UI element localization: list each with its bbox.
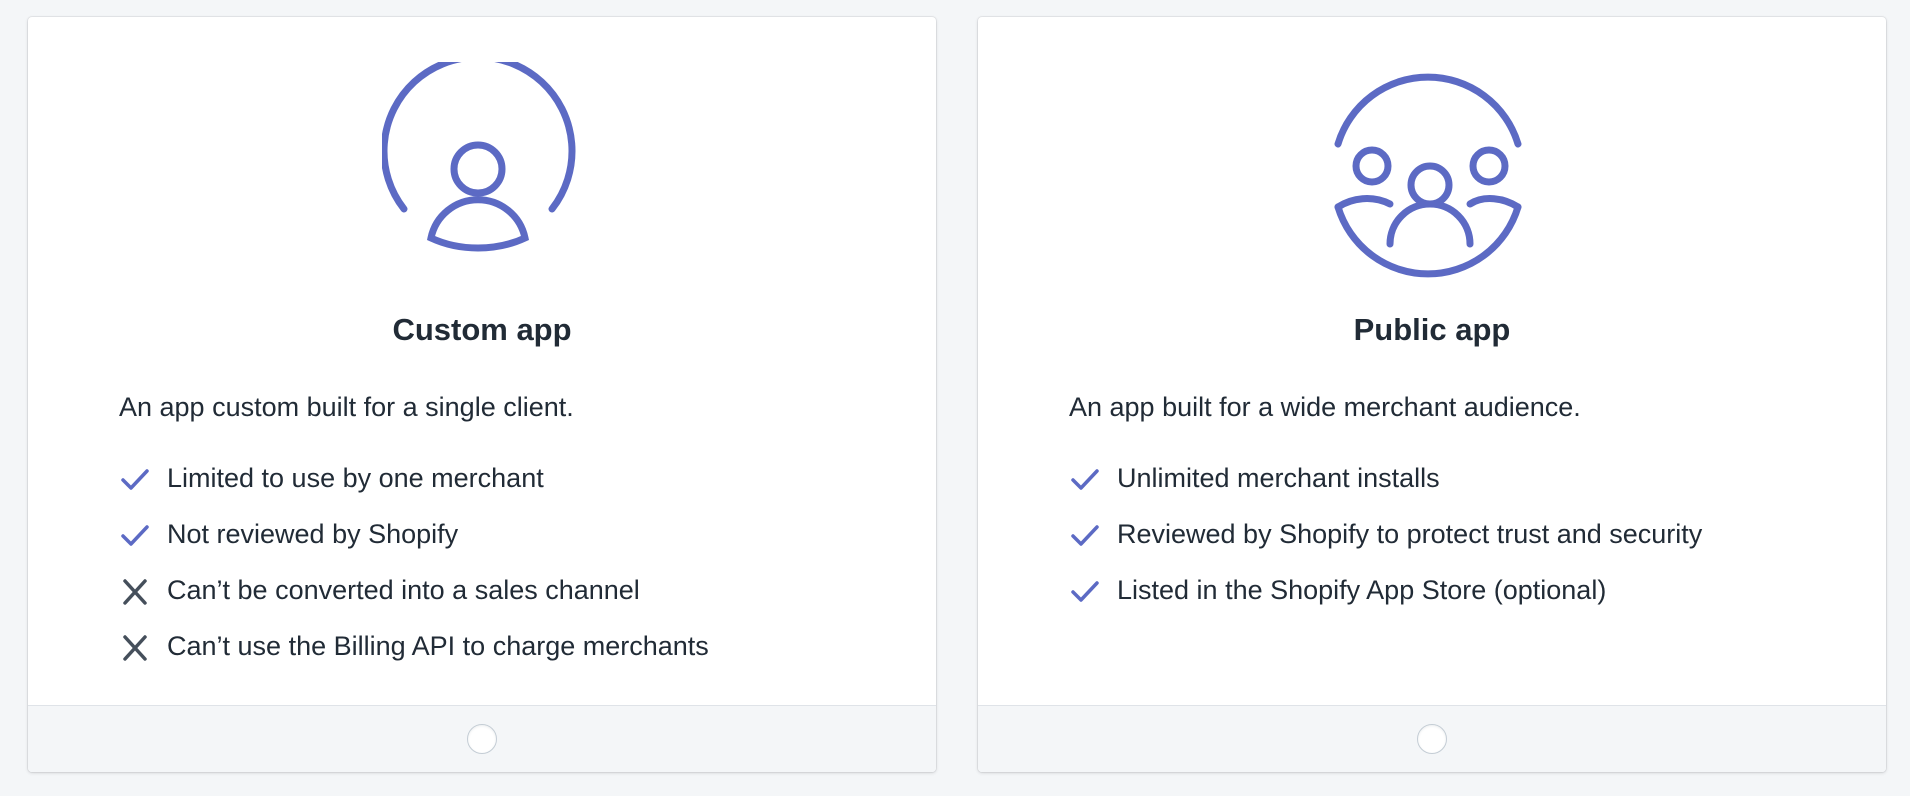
feature-label: Can’t use the Billing API to charge merc… (167, 631, 709, 661)
app-type-selector: Custom app An app custom built for a sin… (0, 0, 1910, 796)
checkmark-icon (119, 464, 151, 496)
card-description: An app built for a wide merchant audienc… (1069, 392, 1581, 422)
custom-app-radio[interactable] (467, 724, 497, 754)
checkmark-icon (1069, 520, 1101, 552)
feature-item: Limited to use by one merchant (119, 458, 916, 514)
card-footer (978, 705, 1886, 772)
feature-item: Can’t be converted into a sales channel (119, 570, 916, 626)
feature-item: Can’t use the Billing API to charge merc… (119, 626, 916, 682)
single-user-circle-icon (382, 62, 582, 282)
card-body: Custom app An app custom built for a sin… (28, 17, 936, 706)
feature-label: Can’t be converted into a sales channel (167, 575, 640, 605)
checkmark-icon (1069, 464, 1101, 496)
cross-icon (119, 632, 151, 664)
public-app-radio[interactable] (1417, 724, 1447, 754)
card-body: Public app An app built for a wide merch… (978, 17, 1886, 706)
feature-item: Unlimited merchant installs (1069, 458, 1866, 514)
feature-list: Limited to use by one merchant Not revie… (119, 458, 916, 682)
feature-label: Unlimited merchant installs (1117, 463, 1440, 493)
feature-label: Not reviewed by Shopify (167, 519, 459, 549)
public-app-card[interactable]: Public app An app built for a wide merch… (978, 17, 1886, 772)
custom-app-card[interactable]: Custom app An app custom built for a sin… (28, 17, 936, 772)
feature-item: Not reviewed by Shopify (119, 514, 916, 570)
cross-icon (119, 576, 151, 608)
card-footer (28, 705, 936, 772)
card-description: An app custom built for a single client. (119, 392, 574, 422)
card-title: Custom app (392, 312, 572, 347)
feature-list: Unlimited merchant installs Reviewed by … (1069, 458, 1866, 626)
checkmark-icon (119, 520, 151, 552)
checkmark-icon (1069, 576, 1101, 608)
multiple-users-circle-icon (1332, 62, 1532, 282)
card-title: Public app (1353, 312, 1511, 347)
feature-label: Listed in the Shopify App Store (optiona… (1117, 575, 1607, 605)
feature-item: Listed in the Shopify App Store (optiona… (1069, 570, 1866, 626)
feature-label: Reviewed by Shopify to protect trust and… (1117, 519, 1703, 549)
feature-item: Reviewed by Shopify to protect trust and… (1069, 514, 1866, 570)
feature-label: Limited to use by one merchant (167, 463, 544, 493)
